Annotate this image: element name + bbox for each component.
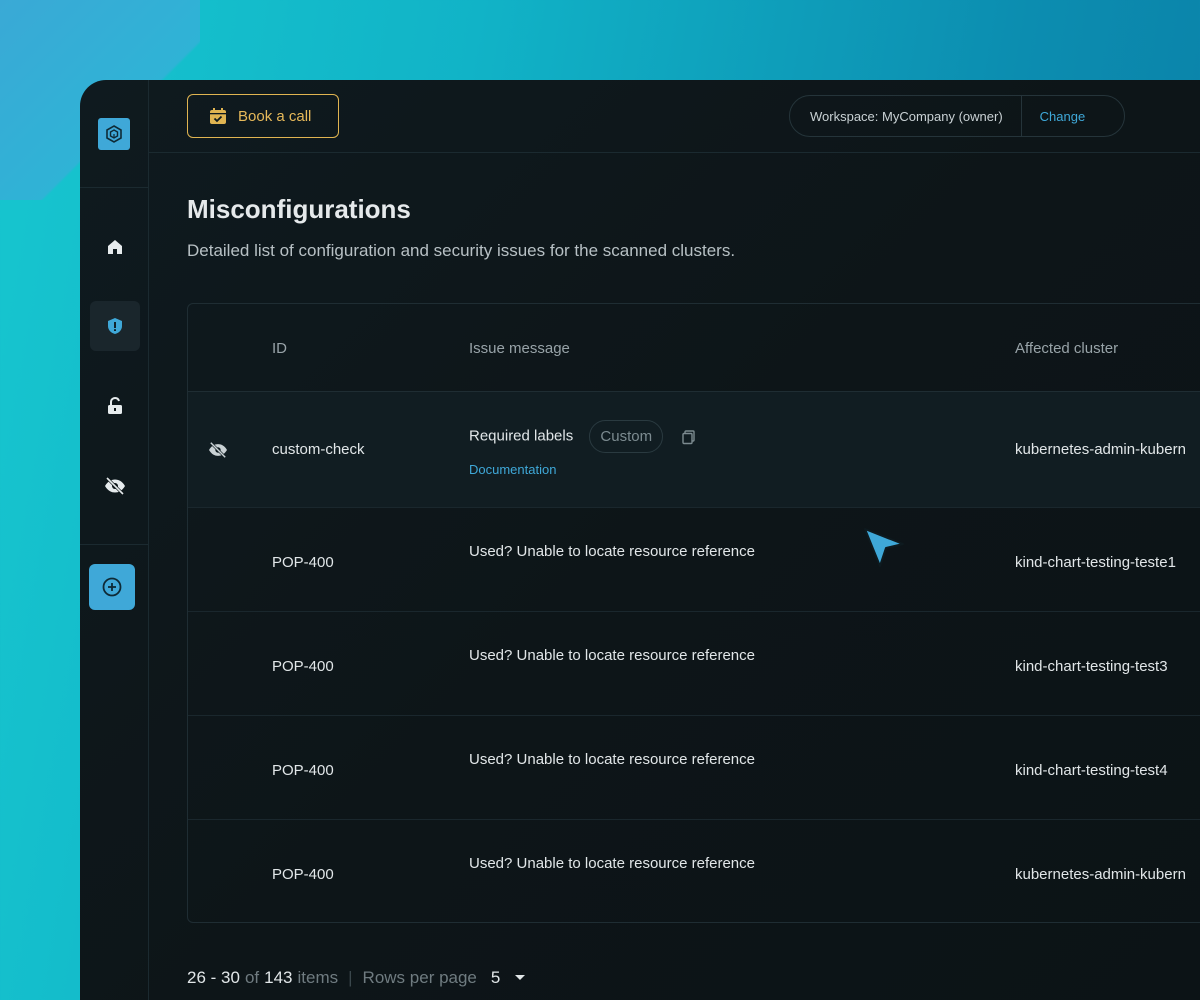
eye-off-icon (105, 476, 125, 496)
column-header-id[interactable]: ID (272, 340, 287, 357)
custom-badge: Custom (589, 420, 664, 453)
sidebar-item-misconfigurations[interactable] (90, 301, 140, 351)
table-row[interactable]: POP-400 Used? Unable to locate resource … (188, 716, 1200, 820)
pagination-total: 143 (264, 968, 293, 987)
sidebar (80, 80, 149, 1000)
row-cluster: kind-chart-testing-test4 (1015, 762, 1168, 779)
rows-per-page-select[interactable]: 5 (491, 968, 500, 988)
page-title: Misconfigurations (187, 194, 411, 224)
page-description: Detailed list of configuration and secur… (187, 241, 736, 260)
row-message: Used? Unable to locate resource referenc… (469, 647, 755, 664)
mouse-cursor-icon (864, 528, 904, 567)
row-message: Used? Unable to locate resource referenc… (469, 751, 755, 768)
workspace-label: Workspace: MyCompany (owner) (790, 96, 1022, 136)
plus-circle-icon (102, 577, 122, 597)
workspace-selector: Workspace: MyCompany (owner) Change (789, 95, 1125, 137)
row-message: Used? Unable to locate resource referenc… (469, 855, 755, 872)
pagination-items-word: items (297, 968, 339, 987)
home-icon (108, 240, 122, 254)
column-header-message[interactable]: Issue message (469, 340, 570, 357)
row-id: POP-400 (272, 866, 334, 883)
pagination-separator: | (348, 968, 353, 987)
table-row[interactable]: POP-400 Used? Unable to locate resource … (188, 612, 1200, 716)
pagination-range: 26 - 30 (187, 968, 240, 987)
row-cluster: kind-chart-testing-test3 (1015, 658, 1168, 675)
unlock-icon (108, 396, 122, 414)
sidebar-item-access[interactable] (90, 381, 140, 431)
row-id: POP-400 (272, 762, 334, 779)
cube-logo-icon[interactable] (98, 118, 130, 150)
sidebar-item-home[interactable] (90, 222, 140, 272)
shield-alert-icon (108, 318, 122, 334)
sidebar-divider (80, 544, 149, 545)
row-cluster: kubernetes-admin-kubern (1015, 441, 1186, 458)
sidebar-item-ignored[interactable] (90, 461, 140, 511)
rows-per-page-label: Rows per page (362, 968, 477, 987)
add-cluster-button[interactable] (89, 564, 135, 610)
book-call-label: Book a call (238, 107, 312, 125)
row-message: Required labels Custom (469, 420, 697, 453)
table-row[interactable]: POP-400 Used? Unable to locate resource … (188, 820, 1200, 922)
calendar-check-icon (210, 108, 226, 124)
row-id: POP-400 (272, 554, 334, 571)
pagination-of: of (244, 968, 260, 987)
table-row[interactable]: custom-check Required labels Custom Docu… (188, 392, 1200, 508)
table-row[interactable]: POP-400 Used? Unable to locate resource … (188, 508, 1200, 612)
column-header-cluster[interactable]: Affected cluster (1015, 340, 1118, 357)
topbar: Book a call Workspace: MyCompany (owner)… (149, 80, 1200, 153)
row-id: custom-check (272, 441, 365, 458)
sidebar-divider (80, 187, 149, 188)
eye-off-icon[interactable] (207, 441, 229, 459)
row-cluster: kubernetes-admin-kubern (1015, 866, 1186, 883)
workspace-change-link[interactable]: Change (1022, 109, 1086, 124)
pagination: 26 - 30 of 143 items | Rows per page 5 (187, 968, 526, 988)
table-header: ID Issue message Affected cluster (188, 304, 1200, 392)
app-window: Book a call Workspace: MyCompany (owner)… (80, 80, 1200, 1000)
row-cluster: kind-chart-testing-teste1 (1015, 554, 1176, 571)
chevron-down-icon[interactable] (514, 974, 526, 982)
book-call-button[interactable]: Book a call (187, 94, 339, 138)
row-id: POP-400 (272, 658, 334, 675)
row-message-text: Required labels (469, 427, 574, 445)
row-message: Used? Unable to locate resource referenc… (469, 543, 755, 560)
misconfigurations-table: ID Issue message Affected cluster custom… (187, 303, 1200, 923)
documentation-link[interactable]: Documentation (469, 462, 556, 477)
copy-icon[interactable] (681, 429, 697, 445)
